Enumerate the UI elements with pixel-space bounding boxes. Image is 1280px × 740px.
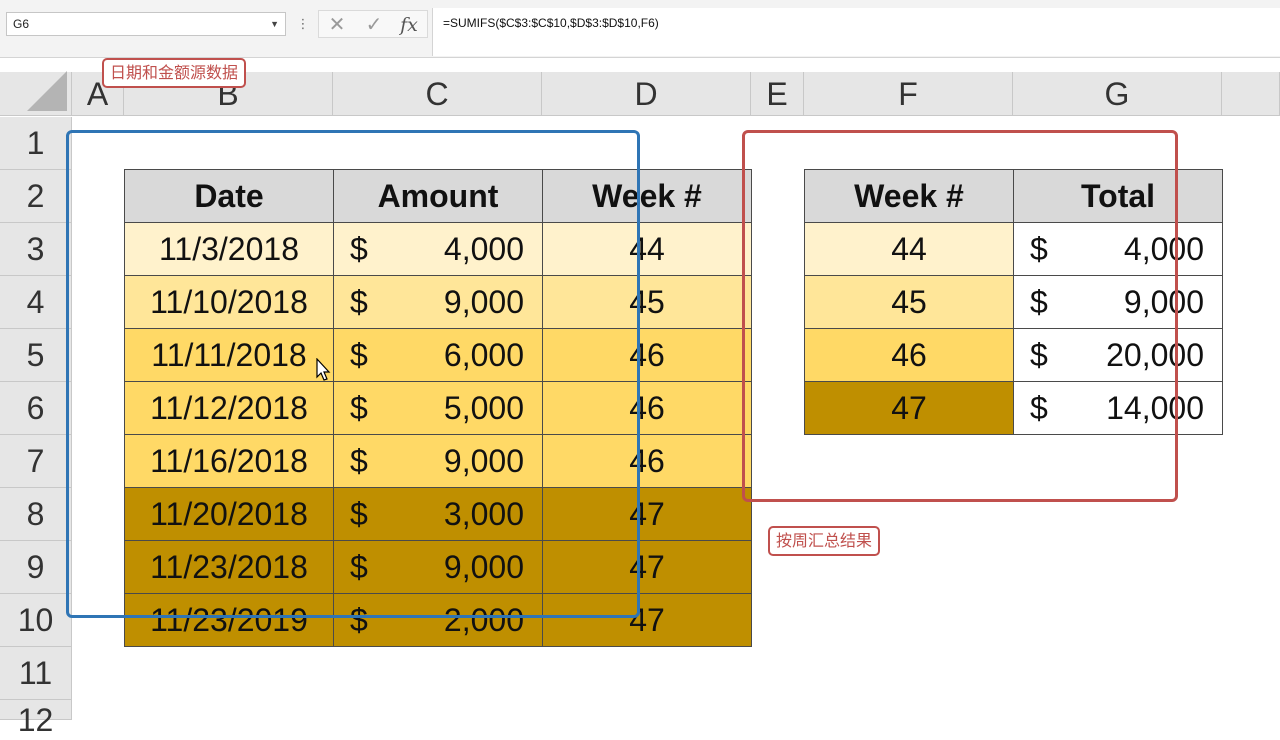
row-header-4[interactable]: 4 [0,276,72,329]
row-header-8[interactable]: 8 [0,488,72,541]
chevron-down-icon[interactable]: ▼ [270,13,279,35]
row-header-3[interactable]: 3 [0,223,72,276]
formula-bar: G6 ▼ ⋮ ✕ ✓ fx =SUMIFS($C$3:$C$10,$D$3:$D… [0,0,1280,58]
name-box[interactable]: G6 ▼ [6,12,286,36]
column-header-e[interactable]: E [751,72,804,116]
column-header-g[interactable]: G [1013,72,1222,116]
select-all-icon [27,71,67,111]
summary-result-note: 按周汇总结果 [768,526,881,556]
row-header-2[interactable]: 2 [0,170,72,223]
source-data-highlight [66,130,640,618]
column-header-c[interactable]: C [333,72,542,116]
select-all-corner[interactable] [0,71,72,116]
column-header-d[interactable]: D [542,72,751,116]
row-header-9[interactable]: 9 [0,541,72,594]
mouse-cursor-icon [316,358,331,381]
source-data-note: 日期和金额源数据 [102,58,247,88]
summary-result-highlight [742,130,1178,502]
row-header-10[interactable]: 10 [0,594,72,647]
row-header-1[interactable]: 1 [0,117,72,170]
row-header-7[interactable]: 7 [0,435,72,488]
insert-function-icon[interactable]: fx [391,11,427,39]
row-header-11[interactable]: 11 [0,647,72,700]
enter-icon[interactable]: ✓ [356,11,392,39]
row-header-12[interactable]: 12 [0,700,72,738]
column-header-h[interactable] [1222,72,1280,116]
more-options-icon[interactable]: ⋮ [296,12,310,36]
row-header-6[interactable]: 6 [0,382,72,435]
formula-input[interactable]: =SUMIFS($C$3:$C$10,$D$3:$D$10,F6) [432,8,1280,56]
cancel-icon[interactable]: ✕ [319,11,355,39]
column-header-f[interactable]: F [804,72,1013,116]
name-box-value: G6 [13,17,30,31]
formula-buttons: ✕ ✓ fx [318,10,428,38]
row-header-5[interactable]: 5 [0,329,72,382]
